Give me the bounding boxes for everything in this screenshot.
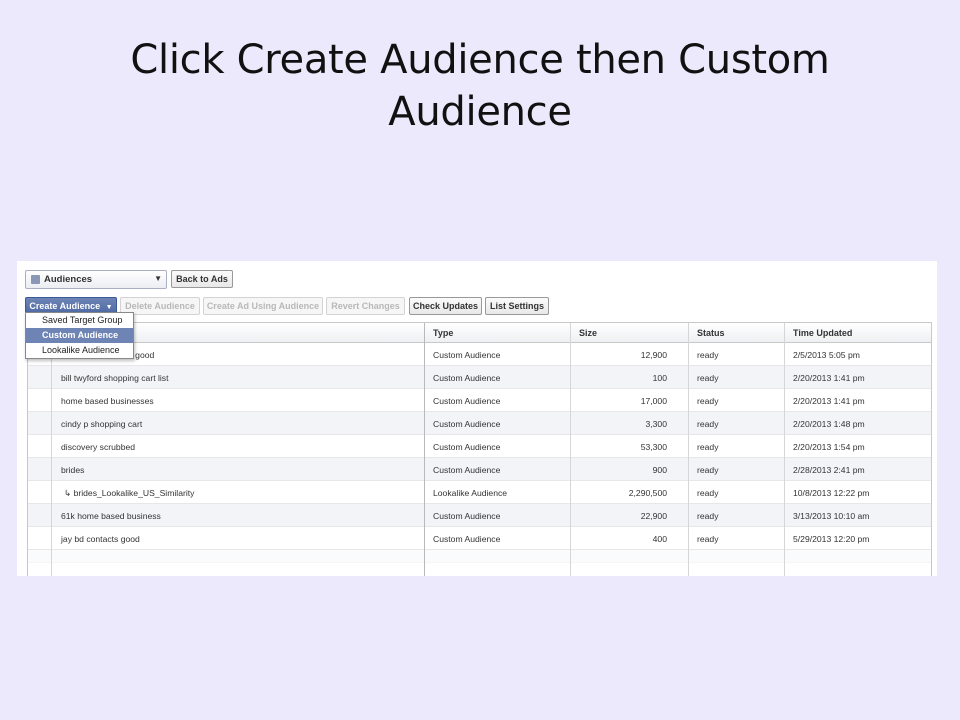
column-divider bbox=[424, 323, 425, 576]
row-size: 2,290,500 bbox=[628, 488, 667, 498]
audience-icon bbox=[31, 275, 40, 284]
table-row[interactable]: bill twyford shopping cart list Custom A… bbox=[28, 366, 931, 389]
row-name: home based businesses bbox=[61, 396, 154, 406]
row-name: brides bbox=[61, 465, 85, 475]
column-divider bbox=[784, 323, 785, 576]
row-size: 22,900 bbox=[640, 511, 667, 521]
row-name: cindy p shopping cart bbox=[61, 419, 143, 429]
table-row[interactable]: cindy p shopping cart Custom Audience 3,… bbox=[28, 412, 931, 435]
column-header-time-updated[interactable]: Time Updated bbox=[793, 328, 852, 338]
row-type: Custom Audience bbox=[433, 419, 501, 429]
revert-changes-button[interactable]: Revert Changes bbox=[326, 297, 405, 315]
row-type: Custom Audience bbox=[433, 534, 501, 544]
row-type: Custom Audience bbox=[433, 442, 501, 452]
row-status: ready bbox=[697, 419, 719, 429]
row-time: 2/5/2013 5:05 pm bbox=[793, 350, 860, 360]
row-type: Custom Audience bbox=[433, 511, 501, 521]
row-time: 2/20/2013 1:48 pm bbox=[793, 419, 865, 429]
row-name: discovery scrubbed bbox=[61, 442, 136, 452]
row-size: 3,300 bbox=[645, 419, 667, 429]
table-row[interactable]: d good Custom Audience 12,900 ready 2/5/… bbox=[28, 343, 931, 366]
column-divider bbox=[570, 323, 571, 576]
row-status: ready bbox=[697, 465, 719, 475]
create-audience-label: Create Audience bbox=[29, 301, 101, 311]
row-time: 2/20/2013 1:54 pm bbox=[793, 442, 865, 452]
row-size: 12,900 bbox=[640, 350, 667, 360]
menu-item-lookalike-audience[interactable]: Lookalike Audience bbox=[26, 343, 133, 358]
column-header-type[interactable]: Type bbox=[433, 328, 453, 338]
audiences-select-label: Audiences bbox=[44, 274, 93, 285]
table-row[interactable]: discovery scrubbed Custom Audience 53,30… bbox=[28, 435, 931, 458]
row-status: ready bbox=[697, 396, 719, 406]
column-divider bbox=[51, 323, 52, 576]
row-time: 2/20/2013 1:41 pm bbox=[793, 373, 865, 383]
row-status: ready bbox=[697, 442, 719, 452]
row-type: Custom Audience bbox=[433, 465, 501, 475]
table-row[interactable]: brides Custom Audience 900 ready 2/28/20… bbox=[28, 458, 931, 481]
row-status: ready bbox=[697, 488, 719, 498]
check-updates-button[interactable]: Check Updates bbox=[409, 297, 482, 315]
row-time: 2/20/2013 1:41 pm bbox=[793, 396, 865, 406]
chevron-down-icon: ▼ bbox=[154, 274, 162, 283]
screenshot-panel: Audiences ▼ Back to Ads Create Audience … bbox=[17, 261, 937, 576]
row-status: ready bbox=[697, 511, 719, 521]
table-header: Type Size Status Time Updated bbox=[28, 323, 931, 343]
row-time: 3/13/2013 10:10 am bbox=[793, 511, 870, 521]
row-time: 5/29/2013 12:20 pm bbox=[793, 534, 870, 544]
row-size: 100 bbox=[652, 373, 667, 383]
row-type: Custom Audience bbox=[433, 350, 501, 360]
create-ad-using-audience-button[interactable]: Create Ad Using Audience bbox=[203, 297, 323, 315]
audiences-select[interactable]: Audiences ▼ bbox=[25, 270, 167, 289]
column-header-status[interactable]: Status bbox=[697, 328, 725, 338]
back-to-ads-button[interactable]: Back to Ads bbox=[171, 270, 233, 288]
row-name: 61k home based business bbox=[61, 511, 161, 521]
column-header-size[interactable]: Size bbox=[579, 328, 597, 338]
row-type: Lookalike Audience bbox=[433, 488, 508, 498]
row-time: 10/8/2013 12:22 pm bbox=[793, 488, 870, 498]
column-divider bbox=[688, 323, 689, 576]
row-status: ready bbox=[697, 373, 719, 383]
table-row[interactable]: 61k home based business Custom Audience … bbox=[28, 504, 931, 527]
table-row[interactable]: jay bd contacts good Custom Audience 400… bbox=[28, 527, 931, 550]
row-size: 17,000 bbox=[640, 396, 667, 406]
row-size: 400 bbox=[652, 534, 667, 544]
audience-actions-toolbar: Create Audience ▼ Delete Audience Create… bbox=[25, 297, 925, 317]
menu-item-saved-target-group[interactable]: Saved Target Group bbox=[26, 313, 133, 328]
row-name: jay bd contacts good bbox=[61, 534, 140, 544]
audience-table: Type Size Status Time Updated d good Cus… bbox=[27, 322, 932, 576]
row-size: 900 bbox=[652, 465, 667, 475]
row-type: Custom Audience bbox=[433, 373, 501, 383]
row-name: bill twyford shopping cart list bbox=[61, 373, 169, 383]
table-row[interactable]: home based businesses Custom Audience 17… bbox=[28, 389, 931, 412]
table-row[interactable]: ↳ brides_Lookalike_US_Similarity Lookali… bbox=[28, 481, 931, 504]
row-size: 53,300 bbox=[640, 442, 667, 452]
table-row-partial bbox=[28, 550, 931, 563]
slide-title-line2: Audience bbox=[388, 89, 572, 135]
list-settings-button[interactable]: List Settings bbox=[485, 297, 549, 315]
row-status: ready bbox=[697, 350, 719, 360]
row-name: ↳ brides_Lookalike_US_Similarity bbox=[64, 488, 195, 498]
row-status: ready bbox=[697, 534, 719, 544]
row-time: 2/28/2013 2:41 pm bbox=[793, 465, 865, 475]
menu-item-custom-audience[interactable]: Custom Audience bbox=[26, 328, 133, 343]
slide-title: Click Create Audience then Custom Audien… bbox=[0, 34, 960, 138]
slide-title-line1: Click Create Audience then Custom bbox=[130, 37, 830, 83]
chevron-down-icon: ▼ bbox=[105, 304, 113, 311]
row-type: Custom Audience bbox=[433, 396, 501, 406]
create-audience-menu: Saved Target Group Custom Audience Looka… bbox=[25, 312, 134, 359]
